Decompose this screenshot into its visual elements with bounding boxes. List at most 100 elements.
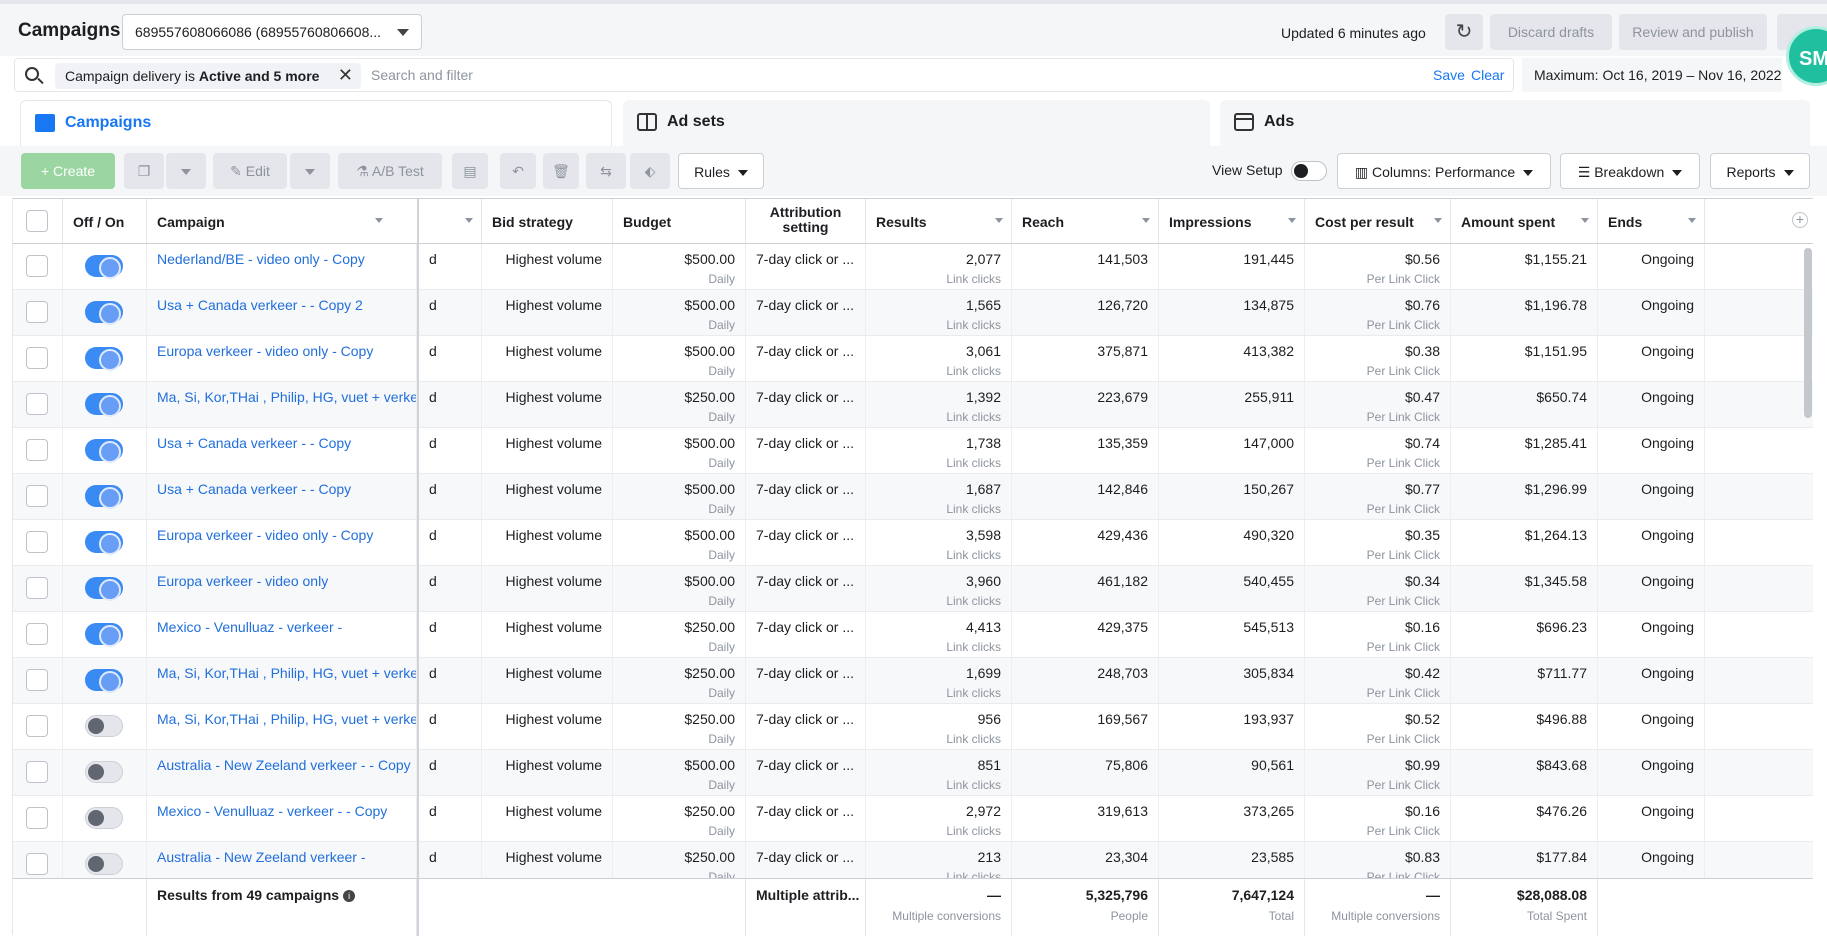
campaign-name-link[interactable]: Europa verkeer - video only - Copy bbox=[157, 527, 373, 543]
campaign-name-link[interactable]: Usa + Canada verkeer - - Copy bbox=[157, 481, 351, 497]
campaign-toggle[interactable] bbox=[85, 485, 123, 509]
table-row[interactable]: Ma, Si, Kor,THai , Philip, HG, vuet + ve… bbox=[13, 658, 1813, 704]
campaign-name-link[interactable]: Australia - New Zeeland verkeer - bbox=[157, 849, 366, 865]
col-results[interactable]: Results bbox=[866, 199, 1012, 243]
campaign-name-link[interactable]: Nederland/BE - video only - Copy bbox=[157, 251, 365, 267]
row-checkbox[interactable] bbox=[26, 531, 48, 553]
preview-button[interactable]: ⇆ bbox=[586, 153, 626, 189]
campaign-toggle[interactable] bbox=[85, 761, 123, 783]
date-range-picker[interactable]: Maximum: Oct 16, 2019 – Nov 16, 2022 bbox=[1522, 58, 1782, 92]
campaign-name-link[interactable]: Mexico - Venulluaz - verkeer - bbox=[157, 619, 342, 635]
campaign-toggle[interactable] bbox=[85, 669, 123, 693]
campaign-toggle[interactable] bbox=[85, 531, 123, 555]
row-checkbox[interactable] bbox=[26, 439, 48, 461]
table-row[interactable]: Europa verkeer - video only - Copy d Highe… bbox=[13, 336, 1813, 382]
row-checkbox[interactable] bbox=[26, 715, 48, 737]
row-checkbox[interactable] bbox=[26, 255, 48, 277]
refresh-button[interactable]: ↻ bbox=[1445, 14, 1483, 50]
reports-button[interactable]: Reports bbox=[1710, 153, 1810, 189]
cell-value: Ongoing bbox=[1641, 527, 1694, 543]
campaign-toggle[interactable] bbox=[85, 577, 123, 601]
discard-drafts-button[interactable]: Discard drafts bbox=[1490, 14, 1612, 50]
close-icon[interactable]: ✕ bbox=[338, 65, 353, 86]
select-all-checkbox[interactable] bbox=[26, 210, 48, 232]
table-row[interactable]: Usa + Canada verkeer - - Copy d Highest vo… bbox=[13, 428, 1813, 474]
row-checkbox[interactable] bbox=[26, 623, 48, 645]
create-button[interactable]: + Create bbox=[21, 153, 115, 189]
row-checkbox[interactable] bbox=[26, 485, 48, 507]
clipboard-button[interactable]: ▤ bbox=[452, 153, 488, 189]
tag-button[interactable]: ⬖ bbox=[630, 153, 670, 189]
campaign-toggle[interactable] bbox=[85, 255, 123, 279]
campaign-name-link[interactable]: Europa verkeer - video only bbox=[157, 573, 328, 589]
duplicate-dropdown[interactable] bbox=[166, 153, 206, 189]
campaign-toggle[interactable] bbox=[85, 623, 123, 647]
table-row[interactable]: Usa + Canada verkeer - - Copy d Highest vo… bbox=[13, 474, 1813, 520]
account-selector[interactable]: 689557608066086 (68955760806608... bbox=[122, 14, 422, 50]
edit-dropdown[interactable] bbox=[290, 153, 330, 189]
table-row[interactable]: Usa + Canada verkeer - - Copy 2 d Highest … bbox=[13, 290, 1813, 336]
table-row[interactable]: Australia - New Zeeland verkeer - - Copy… bbox=[13, 750, 1813, 796]
row-checkbox[interactable] bbox=[26, 301, 48, 323]
campaign-toggle[interactable] bbox=[85, 853, 123, 875]
campaign-toggle[interactable] bbox=[85, 439, 123, 463]
vertical-scrollbar[interactable] bbox=[1804, 248, 1812, 418]
clear-filter-link[interactable]: Clear bbox=[1471, 67, 1504, 83]
row-checkbox[interactable] bbox=[26, 669, 48, 691]
col-impressions[interactable]: Impressions bbox=[1159, 199, 1305, 243]
duplicate-button[interactable]: ❐ bbox=[124, 153, 164, 189]
col-bid-strategy[interactable]: Bid strategy bbox=[482, 199, 613, 243]
rules-button[interactable]: Rules bbox=[678, 153, 764, 189]
table-row[interactable]: Europa verkeer - video only d Highest volu… bbox=[13, 566, 1813, 612]
campaign-toggle[interactable] bbox=[85, 715, 123, 737]
campaign-name-link[interactable]: Mexico - Venulluaz - verkeer - - Copy bbox=[157, 803, 387, 819]
col-cost-per-result[interactable]: Cost per result bbox=[1305, 199, 1451, 243]
view-setup-toggle[interactable] bbox=[1291, 161, 1327, 181]
table-row[interactable]: Ma, Si, Kor,THai , Philip, HG, vuet + ve… bbox=[13, 382, 1813, 428]
columns-button[interactable]: ▥ Columns: Performance bbox=[1337, 153, 1551, 189]
campaign-toggle[interactable] bbox=[85, 347, 123, 371]
row-checkbox[interactable] bbox=[26, 347, 48, 369]
tab-campaigns[interactable]: Campaigns bbox=[20, 100, 612, 146]
tab-ads[interactable]: Ads bbox=[1220, 100, 1810, 146]
row-checkbox[interactable] bbox=[26, 393, 48, 415]
col-ends[interactable]: Ends bbox=[1598, 199, 1705, 243]
edit-button[interactable]: ✎ Edit bbox=[213, 153, 287, 189]
row-checkbox[interactable] bbox=[26, 761, 48, 783]
undo-button[interactable]: ↶ bbox=[500, 153, 536, 189]
row-checkbox[interactable] bbox=[26, 807, 48, 829]
campaign-toggle[interactable] bbox=[85, 807, 123, 829]
table-row[interactable]: Nederland/BE - video only - Copy d Highest… bbox=[13, 244, 1813, 290]
col-hidden[interactable] bbox=[417, 199, 482, 243]
col-attribution[interactable]: Attribution setting bbox=[746, 199, 866, 243]
ab-test-button[interactable]: ⚗ A/B Test bbox=[338, 153, 442, 189]
filter-chip[interactable]: Campaign delivery is Active and 5 more ✕ bbox=[55, 63, 361, 89]
campaign-name-link[interactable]: Ma, Si, Kor,THai , Philip, HG, vuet + ve… bbox=[157, 389, 416, 405]
tab-ad-sets[interactable]: Ad sets bbox=[623, 100, 1210, 146]
campaign-name-link[interactable]: Ma, Si, Kor,THai , Philip, HG, vuet + ve… bbox=[157, 665, 416, 681]
breakdown-button[interactable]: ☰ Breakdown bbox=[1560, 153, 1700, 189]
table-row[interactable]: Mexico - Venulluaz - verkeer - - Copy d Hi… bbox=[13, 796, 1813, 842]
table-row[interactable]: Mexico - Venulluaz - verkeer - d Highest v… bbox=[13, 612, 1813, 658]
delete-button[interactable]: 🗑 bbox=[543, 153, 579, 189]
search-filter-bar[interactable]: Campaign delivery is Active and 5 more ✕… bbox=[14, 58, 1514, 92]
add-column-icon[interactable]: + bbox=[1792, 212, 1808, 228]
campaign-name-link[interactable]: Usa + Canada verkeer - - Copy bbox=[157, 435, 351, 451]
col-amount-spent[interactable]: Amount spent bbox=[1451, 199, 1598, 243]
table-row[interactable]: Europa verkeer - video only - Copy d Highe… bbox=[13, 520, 1813, 566]
col-budget[interactable]: Budget bbox=[613, 199, 746, 243]
search-input[interactable]: Search and filter bbox=[371, 67, 473, 83]
campaign-toggle[interactable] bbox=[85, 301, 123, 325]
col-reach[interactable]: Reach bbox=[1012, 199, 1159, 243]
row-checkbox[interactable] bbox=[26, 577, 48, 599]
campaign-name-link[interactable]: Australia - New Zeeland verkeer - - Copy bbox=[157, 757, 411, 773]
campaign-toggle[interactable] bbox=[85, 393, 123, 417]
table-row[interactable]: Ma, Si, Kor,THai , Philip, HG, vuet + ve… bbox=[13, 704, 1813, 750]
row-checkbox[interactable] bbox=[26, 853, 48, 875]
review-publish-button[interactable]: Review and publish bbox=[1619, 14, 1767, 50]
info-icon[interactable]: i bbox=[343, 890, 356, 903]
campaign-name-link[interactable]: Europa verkeer - video only - Copy bbox=[157, 343, 373, 359]
save-filter-link[interactable]: Save bbox=[1433, 67, 1465, 83]
campaign-name-link[interactable]: Ma, Si, Kor,THai , Philip, HG, vuet + ve… bbox=[157, 711, 416, 727]
campaign-name-link[interactable]: Usa + Canada verkeer - - Copy 2 bbox=[157, 297, 363, 313]
